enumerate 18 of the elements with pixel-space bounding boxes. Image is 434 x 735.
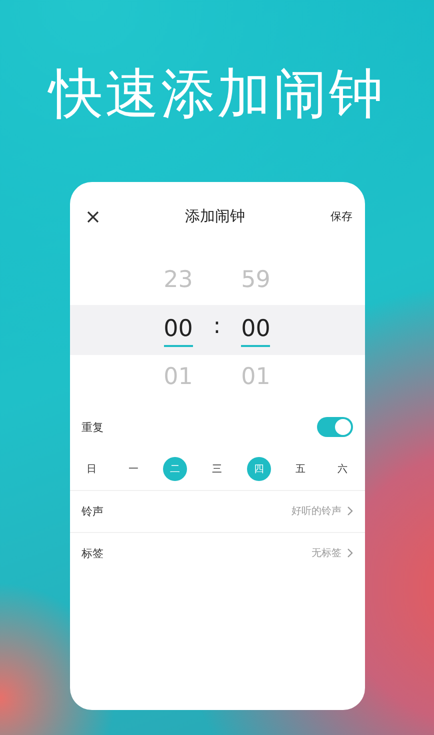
repeat-label: 重复 [82,420,104,435]
time-separator: : [213,314,221,340]
chevron-icon [346,506,352,516]
weekday-toggle[interactable]: 六 [330,456,354,481]
close-icon[interactable] [86,210,100,224]
setting-label: 铃声 [82,504,104,519]
selected-time[interactable]: 00 [164,316,193,348]
selected-time[interactable]: 00 [241,316,270,348]
screen-title: 添加闹钟 [185,207,245,226]
weekday-toggle[interactable]: 三 [204,456,229,481]
weekday-toggle[interactable]: 日 [80,456,104,481]
weekday-toggle[interactable]: 五 [288,456,313,481]
headline: 快速添加闹钟 [49,62,385,127]
setting-label: 标签 [82,546,104,561]
repeat-toggle[interactable] [316,417,352,438]
weekday-toggle[interactable]: 一 [121,456,146,481]
chevron-icon [346,548,352,558]
save-button[interactable]: 保存 [330,209,352,224]
